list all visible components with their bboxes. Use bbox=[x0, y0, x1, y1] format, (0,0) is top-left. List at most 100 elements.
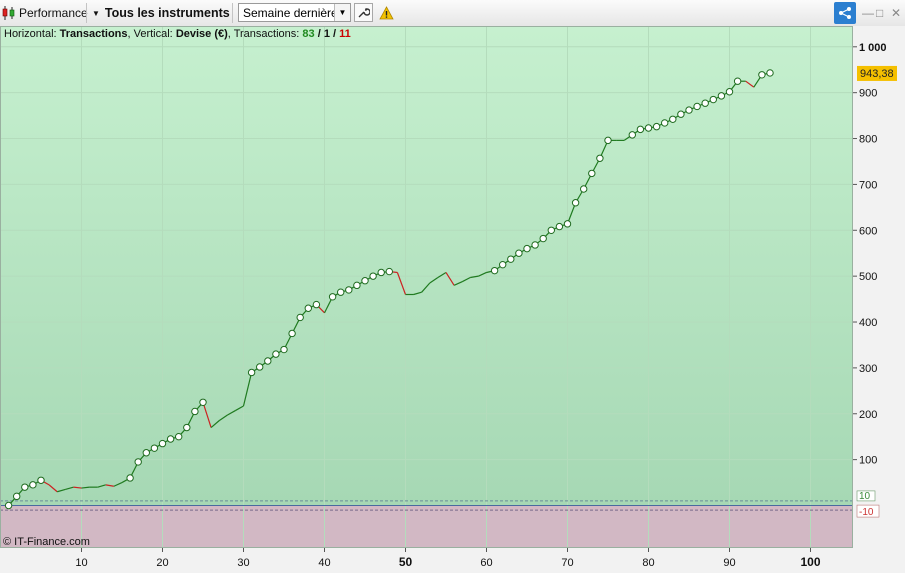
new-high-marker bbox=[644, 124, 653, 132]
transactions-loss: 11 bbox=[339, 28, 351, 40]
new-high-marker bbox=[361, 277, 369, 285]
new-high-marker bbox=[580, 185, 588, 193]
new-high-marker bbox=[733, 77, 742, 85]
x-tick-label: 60 bbox=[480, 557, 492, 569]
new-high-marker bbox=[21, 483, 29, 491]
new-high-marker bbox=[29, 481, 37, 489]
new-high-marker bbox=[677, 110, 685, 118]
performance-button[interactable]: Performance bbox=[2, 0, 88, 26]
toolbar-divider bbox=[86, 3, 87, 23]
y-tick-label: 300 bbox=[859, 363, 877, 375]
new-high-marker bbox=[256, 363, 264, 371]
new-high-marker bbox=[652, 122, 661, 131]
share-icon bbox=[839, 7, 851, 19]
new-high-marker bbox=[142, 449, 151, 457]
share-button[interactable] bbox=[834, 2, 856, 24]
new-high-marker bbox=[353, 281, 361, 290]
new-high-marker bbox=[531, 241, 539, 249]
new-high-marker bbox=[717, 92, 726, 100]
instruments-dropdown[interactable]: ▼ Tous les instruments bbox=[92, 0, 230, 26]
new-high-marker bbox=[604, 136, 612, 145]
new-high-marker bbox=[661, 119, 669, 127]
new-high-marker bbox=[758, 71, 766, 79]
y-tick-label: 500 bbox=[859, 271, 877, 283]
y-tick-label: 900 bbox=[859, 88, 877, 100]
new-high-marker bbox=[515, 249, 523, 257]
warning-button[interactable] bbox=[379, 0, 394, 26]
new-high-marker bbox=[312, 300, 321, 309]
toolbar: Performance ▼ Tous les instruments Semai… bbox=[0, 0, 905, 27]
settings-button[interactable] bbox=[354, 3, 373, 22]
new-high-marker bbox=[175, 432, 183, 441]
instruments-label: Tous les instruments bbox=[104, 6, 230, 20]
vertical-value: Devise (€) bbox=[175, 28, 228, 40]
y-tick-label: 600 bbox=[859, 225, 877, 237]
new-high-marker bbox=[596, 154, 604, 162]
new-high-marker bbox=[555, 222, 564, 231]
horizontal-value: Transactions bbox=[59, 28, 128, 40]
x-tick-label: 80 bbox=[642, 557, 654, 569]
new-high-marker bbox=[345, 286, 353, 294]
loss-zone bbox=[0, 505, 853, 548]
x-tick-label: 30 bbox=[237, 557, 249, 569]
minimize-icon[interactable]: — bbox=[862, 6, 874, 20]
new-high-marker bbox=[13, 492, 21, 501]
new-high-marker bbox=[134, 458, 142, 466]
new-high-marker bbox=[304, 304, 312, 312]
chevron-down-icon: ▼ bbox=[334, 4, 350, 21]
new-high-marker bbox=[563, 220, 572, 228]
new-high-marker bbox=[199, 398, 207, 406]
new-high-marker bbox=[158, 439, 167, 448]
new-high-marker bbox=[377, 268, 385, 277]
y-tick-label: 800 bbox=[859, 134, 877, 146]
new-high-marker bbox=[725, 88, 734, 96]
y-tick-label: 400 bbox=[859, 317, 877, 329]
x-tick-label: 50 bbox=[399, 555, 413, 569]
x-tick-label: 70 bbox=[561, 557, 573, 569]
new-high-marker bbox=[337, 288, 345, 296]
new-high-marker bbox=[4, 501, 13, 510]
new-high-marker bbox=[264, 357, 272, 365]
x-tick-label: 90 bbox=[723, 557, 735, 569]
current-value-label: 943,38 bbox=[860, 68, 894, 80]
new-high-marker bbox=[539, 234, 547, 243]
new-high-marker bbox=[150, 444, 159, 452]
x-axis: 10 20 30 40 50 60 70 80 90 100 bbox=[0, 548, 905, 573]
lower-band-label: -10 bbox=[859, 507, 874, 518]
new-high-marker bbox=[369, 272, 377, 280]
y-tick-label: 700 bbox=[859, 179, 877, 191]
new-high-marker bbox=[166, 435, 175, 443]
period-select[interactable]: Semaine dernière ▼ bbox=[238, 3, 351, 22]
new-high-marker bbox=[37, 476, 45, 484]
new-high-marker bbox=[247, 368, 256, 377]
vertical-label: , Vertical: bbox=[127, 28, 173, 40]
maximize-icon[interactable]: □ bbox=[876, 6, 883, 20]
new-high-marker bbox=[288, 329, 296, 338]
transactions-neutral: 1 bbox=[323, 28, 330, 40]
new-high-marker bbox=[588, 169, 596, 178]
x-tick-label: 100 bbox=[800, 555, 820, 569]
equity-chart[interactable] bbox=[0, 26, 853, 548]
new-high-marker bbox=[693, 102, 701, 111]
candlestick-icon bbox=[2, 6, 15, 20]
transactions-total: 83 bbox=[302, 28, 315, 40]
new-high-marker bbox=[766, 69, 774, 77]
y-tick-label: 100 bbox=[859, 455, 877, 467]
y-axis: 100 200 300 400 500 600 700 800 900 1 000 943,38 10… bbox=[853, 26, 905, 548]
profit-zone bbox=[0, 26, 853, 506]
chevron-down-icon: ▼ bbox=[92, 8, 100, 18]
new-high-marker bbox=[499, 260, 507, 269]
horizontal-label: Horizontal: bbox=[4, 28, 57, 40]
separator: / bbox=[333, 28, 337, 40]
new-high-marker bbox=[709, 95, 717, 104]
new-high-marker bbox=[701, 99, 709, 107]
close-icon[interactable]: ✕ bbox=[891, 6, 901, 20]
new-high-marker bbox=[280, 345, 288, 354]
new-high-marker bbox=[191, 407, 199, 416]
new-high-marker bbox=[636, 125, 645, 134]
y-tick-label: 1 000 bbox=[859, 42, 887, 54]
warning-icon bbox=[379, 6, 394, 20]
new-high-marker bbox=[328, 293, 337, 301]
new-high-marker bbox=[385, 267, 393, 276]
new-high-marker bbox=[507, 255, 515, 263]
